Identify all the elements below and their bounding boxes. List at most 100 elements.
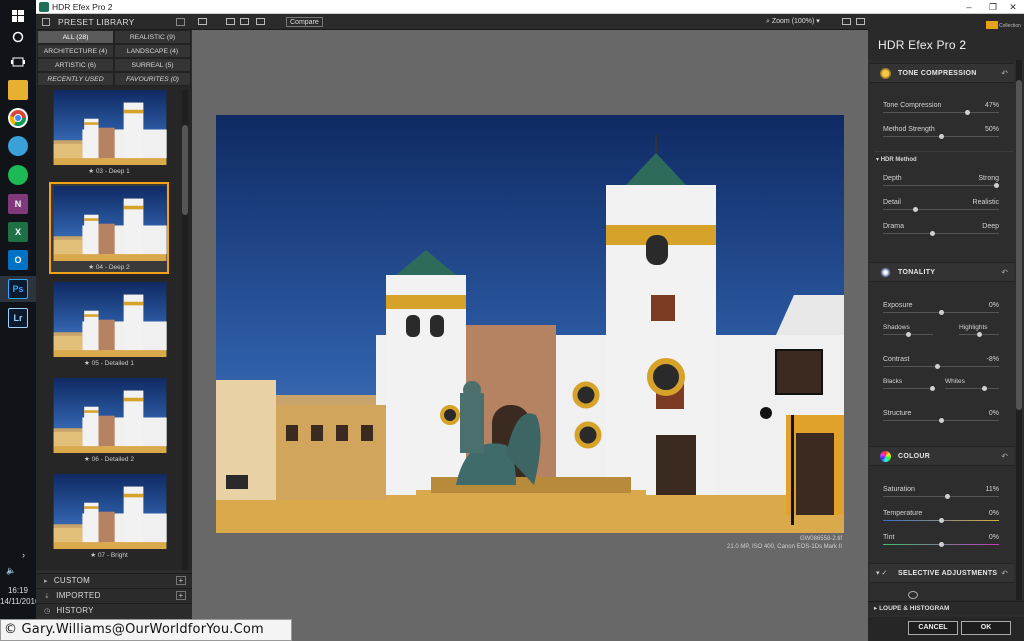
spotify-icon[interactable] bbox=[8, 165, 28, 185]
preview-photo[interactable] bbox=[216, 115, 844, 533]
chrome-icon[interactable] bbox=[8, 108, 28, 128]
slider-track[interactable] bbox=[883, 233, 999, 234]
category-realistic[interactable]: REALISTIC (9) bbox=[114, 30, 191, 44]
taskbar-time[interactable]: 16:19 bbox=[0, 586, 36, 596]
contrast-slider[interactable]: Contrast -8% bbox=[868, 354, 1014, 374]
category-artistic[interactable]: ARTISTIC (6) bbox=[37, 58, 114, 72]
reset-icon[interactable]: ↶ bbox=[1001, 268, 1008, 277]
zoom-control[interactable]: ⌕ Zoom (100%) ▾ bbox=[766, 17, 820, 27]
method-strength-slider[interactable]: Method Strength 50% bbox=[868, 124, 1014, 144]
network-icon[interactable] bbox=[8, 136, 28, 156]
minimize-button[interactable]: – bbox=[956, 0, 982, 14]
category-surreal[interactable]: SURREAL (5) bbox=[114, 58, 191, 72]
category-architecture[interactable]: ARCHITECTURE (4) bbox=[37, 44, 114, 58]
category-landscape[interactable]: LANDSCAPE (4) bbox=[114, 44, 191, 58]
tint-slider[interactable]: Tint 0% bbox=[868, 532, 1014, 552]
selective-adjustments-section[interactable]: ▾ ✓ SELECTIVE ADJUSTMENTS ↶ bbox=[870, 563, 1014, 583]
category-all[interactable]: ALL (28) bbox=[37, 30, 114, 44]
colour-section[interactable]: COLOUR ↶ bbox=[870, 446, 1014, 466]
section-checkbox-icon[interactable]: ▾ ✓ bbox=[876, 569, 887, 577]
close-button[interactable]: ✕ bbox=[1000, 0, 1024, 14]
whites-handle[interactable] bbox=[982, 386, 987, 391]
slider-handle[interactable] bbox=[965, 110, 970, 115]
structure-slider[interactable]: Structure 0% bbox=[868, 408, 1014, 428]
slider-handle[interactable] bbox=[939, 518, 944, 523]
reset-icon[interactable]: ↶ bbox=[1001, 69, 1008, 78]
windows-icon[interactable] bbox=[8, 6, 28, 26]
blacks-handle[interactable] bbox=[930, 386, 935, 391]
drama-slider[interactable]: Drama Deep bbox=[868, 221, 1014, 241]
imported-folder[interactable]: ⇣ IMPORTED + bbox=[36, 588, 192, 602]
excel-icon[interactable]: X bbox=[8, 222, 28, 242]
slider-handle[interactable] bbox=[913, 207, 918, 212]
preset-thumbnail-selected[interactable]: ★ 04 - Deep 2 bbox=[49, 182, 169, 274]
shadows-handle[interactable] bbox=[906, 332, 911, 337]
exposure-slider[interactable]: Exposure 0% bbox=[868, 300, 1014, 320]
add-preset-icon[interactable]: + bbox=[176, 576, 186, 585]
slider-track[interactable] bbox=[883, 185, 999, 186]
category-recently-used[interactable]: RECENTLY USED bbox=[37, 72, 114, 86]
highlights-handle[interactable] bbox=[977, 332, 982, 337]
photoshop-icon[interactable]: Ps bbox=[8, 279, 28, 299]
slider-handle[interactable] bbox=[945, 494, 950, 499]
tone-compression-section[interactable]: TONE COMPRESSION ↶ bbox=[870, 63, 1014, 83]
blacks-track[interactable] bbox=[883, 388, 933, 389]
slider-track[interactable] bbox=[883, 496, 999, 497]
slider-handle[interactable] bbox=[939, 542, 944, 547]
hide-library-icon[interactable] bbox=[198, 18, 207, 25]
control-point-icon[interactable] bbox=[908, 591, 918, 599]
slider-track[interactable] bbox=[883, 366, 999, 367]
cortana-icon[interactable] bbox=[8, 27, 28, 47]
lightroom-icon[interactable]: Lr bbox=[8, 308, 28, 328]
side-by-side-view-icon[interactable] bbox=[256, 18, 265, 25]
slider-handle[interactable] bbox=[939, 418, 944, 423]
import-preset-icon[interactable]: + bbox=[176, 591, 186, 600]
depth-slider[interactable]: Depth Strong bbox=[868, 173, 1014, 193]
panel-scrollbar[interactable] bbox=[1016, 60, 1022, 600]
scrollbar-thumb[interactable] bbox=[182, 125, 188, 215]
slider-track[interactable] bbox=[883, 209, 999, 210]
preset-thumbnail[interactable]: ★ 06 - Detailed 2 bbox=[49, 374, 169, 466]
split-view-icon[interactable] bbox=[240, 18, 249, 25]
onenote-icon[interactable]: N bbox=[8, 194, 28, 214]
slider-track[interactable] bbox=[883, 112, 999, 113]
slider-handle[interactable] bbox=[930, 231, 935, 236]
slider-handle[interactable] bbox=[994, 183, 999, 188]
background-toggle-icon[interactable] bbox=[842, 18, 851, 25]
preset-thumbnail[interactable]: ★ 07 - Bright bbox=[49, 470, 169, 562]
custom-folder[interactable]: ▸ CUSTOM + bbox=[36, 573, 192, 587]
volume-icon[interactable]: 🔈 bbox=[6, 566, 16, 575]
ok-button[interactable]: OK bbox=[961, 621, 1011, 635]
tone-compression-header: TONE COMPRESSION bbox=[898, 70, 977, 77]
tonality-section[interactable]: TONALITY ↶ bbox=[870, 262, 1014, 282]
temperature-slider[interactable]: Temperature 0% bbox=[868, 508, 1014, 528]
compare-button[interactable]: Compare bbox=[286, 17, 323, 27]
reset-icon[interactable]: ↶ bbox=[1001, 452, 1008, 461]
whites-track[interactable] bbox=[945, 388, 999, 389]
reset-icon[interactable]: ↶ bbox=[1001, 569, 1008, 578]
detail-slider[interactable]: Detail Realistic bbox=[868, 197, 1014, 217]
preset-scrollbar[interactable] bbox=[182, 90, 188, 570]
saturation-slider[interactable]: Saturation 11% bbox=[868, 484, 1014, 504]
task-view-icon[interactable] bbox=[8, 52, 28, 72]
taskbar-date[interactable]: 14/11/2016 bbox=[0, 597, 39, 607]
file-explorer-icon[interactable] bbox=[8, 80, 28, 100]
loupe-histogram-section[interactable]: ▸ LOUPE & HISTOGRAM bbox=[868, 601, 1024, 615]
preset-thumbnail[interactable]: ★ 05 - Detailed 1 bbox=[49, 278, 169, 370]
slider-handle[interactable] bbox=[935, 364, 940, 369]
cancel-button[interactable]: CANCEL bbox=[908, 621, 958, 635]
slider-handle[interactable] bbox=[939, 310, 944, 315]
show-hidden-icons-icon[interactable]: › bbox=[22, 550, 25, 560]
hdr-method-toggle[interactable]: ▾ HDR Method bbox=[876, 156, 917, 163]
history-folder[interactable]: ◷ HISTORY bbox=[36, 603, 192, 617]
outlook-icon[interactable]: O bbox=[8, 250, 28, 270]
preset-library-header[interactable]: PRESET LIBRARY bbox=[36, 14, 192, 30]
slider-handle[interactable] bbox=[939, 134, 944, 139]
category-favourites[interactable]: FAVOURITES (0) bbox=[114, 72, 191, 86]
tone-compression-slider[interactable]: Tone Compression 47% bbox=[868, 100, 1014, 120]
single-view-icon[interactable] bbox=[226, 18, 235, 25]
panel-toggle-icon[interactable] bbox=[176, 18, 185, 26]
hide-panel-icon[interactable] bbox=[856, 18, 865, 25]
scrollbar-thumb[interactable] bbox=[1016, 80, 1022, 410]
preset-thumbnail[interactable]: ★ 03 - Deep 1 bbox=[49, 86, 169, 178]
